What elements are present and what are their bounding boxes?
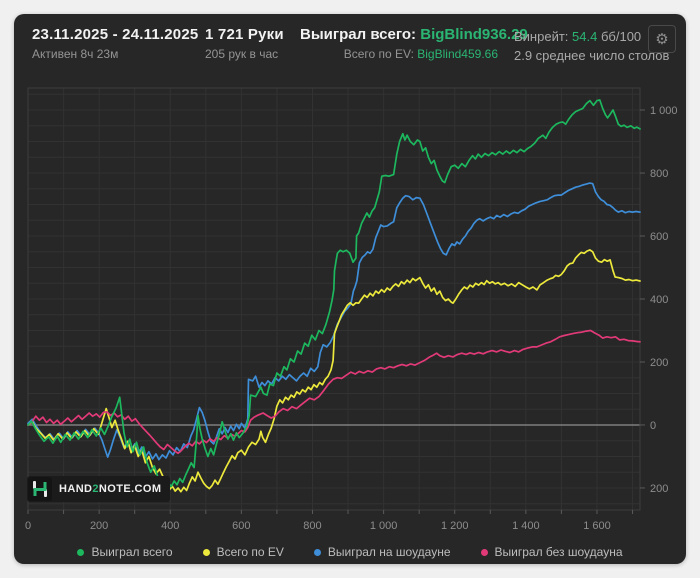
hand2note-watermark: HAND2NOTE.COM	[27, 476, 171, 502]
winrate-label: Винрейт:	[514, 29, 569, 44]
logo-text-pre: HAND	[59, 483, 93, 495]
svg-text:1 400: 1 400	[512, 520, 540, 532]
svg-text:200: 200	[650, 483, 668, 495]
gear-icon: ⚙	[655, 30, 669, 48]
hand2note-logo-text: HAND2NOTE.COM	[59, 483, 161, 495]
hand2note-logo-icon	[28, 477, 52, 501]
winrate-value: 54.4	[572, 29, 598, 44]
session-dates: 23.11.2025 - 24.11.2025 Активен 8ч 23м	[32, 26, 198, 61]
session-stats-panel: 23.11.2025 - 24.11.2025 Активен 8ч 23м 1…	[14, 14, 686, 564]
ev-total-label: Всего по EV:	[343, 47, 414, 61]
legend-label: Всего по EV	[216, 545, 284, 559]
svg-text:200: 200	[90, 520, 108, 532]
svg-text:600: 600	[650, 231, 668, 243]
series-line-0	[27, 99, 641, 491]
date-range: 23.11.2025 - 24.11.2025	[32, 26, 199, 43]
svg-text:0: 0	[650, 420, 656, 432]
legend-label: Выиграл без шоудауна	[494, 545, 623, 559]
legend-dot-icon	[202, 548, 210, 556]
won-total-value: BigBlind936.29	[420, 26, 528, 43]
svg-text:400: 400	[650, 294, 668, 306]
active-time: Активен 8ч 23м	[32, 47, 119, 61]
session-winrate: Винрейт: 54.4 бб/100 2.9 среднее число с…	[514, 29, 669, 63]
graph-legend: Выиграл всего Всего по EV Выиграл на шоуда…	[14, 542, 686, 562]
svg-text:600: 600	[232, 520, 250, 532]
winrate-line: Винрейт: 54.4 бб/100	[514, 29, 669, 44]
legend-dot-icon	[480, 548, 488, 556]
svg-text:400: 400	[161, 520, 179, 532]
winrate-unit: бб/100	[600, 29, 642, 44]
series-line-2	[27, 182, 641, 461]
won-total-line: Выиграл всего: BigBlind936.29	[300, 26, 528, 43]
legend-item-1[interactable]: Всего по EV	[202, 545, 284, 559]
ev-total-line: Всего по EV: BigBlind459.66	[300, 47, 498, 61]
svg-text:1 000: 1 000	[370, 520, 398, 532]
session-hands: 1 721 Руки 205 рук в час	[205, 26, 284, 61]
settings-button[interactable]: ⚙	[648, 25, 676, 53]
legend-label: Выиграл на шоудауне	[327, 545, 451, 559]
legend-item-0[interactable]: Выиграл всего	[77, 545, 173, 559]
legend-item-3[interactable]: Выиграл без шоудауна	[480, 545, 623, 559]
legend-item-2[interactable]: Выиграл на шоудауне	[313, 545, 451, 559]
svg-text:200: 200	[650, 357, 668, 369]
won-total-label: Выиграл всего:	[300, 26, 417, 43]
svg-text:1 200: 1 200	[441, 520, 469, 532]
svg-text:1 600: 1 600	[583, 520, 611, 532]
session-winnings: Выиграл всего: BigBlind936.29 Всего по E…	[300, 26, 528, 61]
hands-total: 1 721 Руки	[205, 26, 284, 43]
svg-text:1 000: 1 000	[650, 105, 678, 117]
avg-tables: 2.9 среднее число столов	[514, 48, 670, 63]
legend-label: Выиграл всего	[91, 545, 173, 559]
ev-total-value: BigBlind459.66	[417, 47, 498, 61]
svg-text:0: 0	[25, 520, 31, 532]
hands-per-hour: 205 рук в час	[205, 47, 279, 61]
legend-dot-icon	[313, 548, 321, 556]
svg-text:800: 800	[303, 520, 321, 532]
legend-dot-icon	[77, 548, 85, 556]
logo-text-post: NOTE.COM	[98, 483, 162, 495]
svg-text:800: 800	[650, 168, 668, 180]
